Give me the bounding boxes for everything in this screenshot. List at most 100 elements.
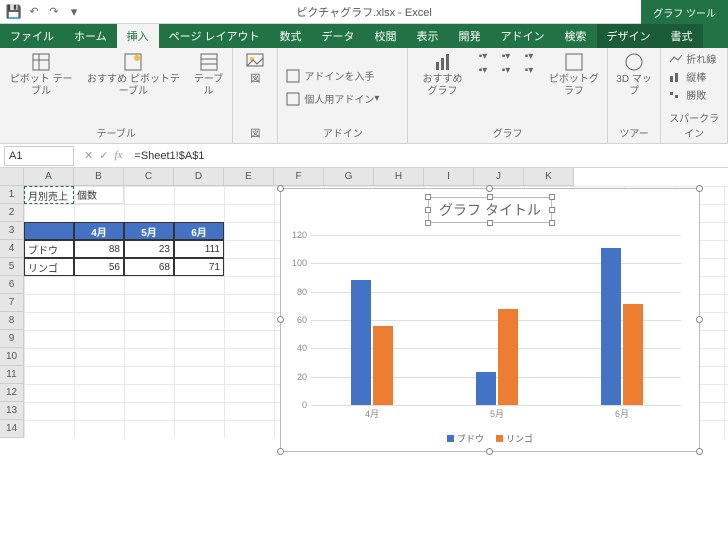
resize-handle[interactable] [486, 448, 493, 455]
table-header[interactable]: 5月 [124, 222, 174, 240]
row-header[interactable]: 2 [0, 204, 24, 222]
bar-series2[interactable] [373, 326, 393, 405]
table-cell[interactable]: 56 [74, 258, 124, 276]
undo-icon[interactable]: ↶ [24, 2, 44, 22]
3d-map-button[interactable]: 3D マップ [612, 50, 656, 100]
tab-data[interactable]: データ [312, 24, 365, 48]
qat-more-icon[interactable]: ▾ [64, 2, 84, 22]
table-rowname[interactable]: ブドウ [24, 240, 74, 258]
col-header[interactable]: B [74, 168, 124, 186]
row-header[interactable]: 6 [0, 276, 24, 294]
table-header[interactable]: 6月 [174, 222, 224, 240]
tab-developer[interactable]: 開発 [449, 24, 491, 48]
col-header[interactable]: J [474, 168, 524, 186]
row-header[interactable]: 7 [0, 294, 24, 312]
bar-series2[interactable] [623, 304, 643, 405]
row-header[interactable]: 9 [0, 330, 24, 348]
bar-series1[interactable] [601, 248, 621, 405]
resize-handle[interactable] [696, 448, 703, 455]
plot-area[interactable]: 120 100 80 60 40 20 0 4月 5月 [311, 235, 681, 405]
bar-series1[interactable] [476, 372, 496, 405]
chart-type-icon[interactable]: ▪▾ [521, 50, 543, 63]
table-cell[interactable]: 71 [174, 258, 224, 276]
name-box[interactable]: A1 [4, 146, 74, 166]
cell-grid[interactable]: 月別売上 個数 4月 5月 6月 ブドウ 88 23 111 リンゴ 56 68… [24, 186, 728, 438]
pivot-table-button[interactable]: ピボット テーブル [4, 50, 78, 100]
chart-legend[interactable]: ブドウ リンゴ [447, 432, 533, 445]
col-header[interactable]: E [224, 168, 274, 186]
col-header[interactable]: I [424, 168, 474, 186]
row-header[interactable]: 4 [0, 240, 24, 258]
row-header[interactable]: 12 [0, 384, 24, 402]
col-header[interactable]: G [324, 168, 374, 186]
bar-series2[interactable] [498, 309, 518, 405]
col-header[interactable]: A [24, 168, 74, 186]
chart-type-icon[interactable]: ▪▾ [498, 50, 520, 63]
recommended-pivot-button[interactable]: おすすめ ピボットテーブル [80, 50, 186, 100]
cell-b1[interactable]: 個数 [74, 186, 124, 204]
sparkline-line-button[interactable]: 折れ線 [665, 50, 720, 67]
redo-icon[interactable]: ↷ [44, 2, 64, 22]
resize-handle[interactable] [277, 185, 284, 192]
row-header[interactable]: 14 [0, 420, 24, 438]
chart-type-icon[interactable]: ▪▾ [521, 64, 543, 77]
sparkline-column-button[interactable]: 縦棒 [665, 68, 710, 85]
tab-search[interactable]: 検索 [555, 24, 597, 48]
table-header[interactable]: 4月 [74, 222, 124, 240]
resize-handle[interactable] [696, 185, 703, 192]
resize-handle[interactable] [696, 316, 703, 323]
formula-input[interactable]: =Sheet1!$A$1 [128, 150, 728, 162]
tab-insert[interactable]: 挿入 [117, 24, 159, 48]
row-header[interactable]: 1 [0, 186, 24, 204]
y-tick: 100 [292, 258, 307, 268]
table-header-blank[interactable] [24, 222, 74, 240]
chart-type-icon[interactable]: ▪▾ [498, 64, 520, 77]
select-all-corner[interactable] [0, 168, 24, 186]
chart-type-icon[interactable]: ▪▾ [475, 64, 497, 77]
tab-format[interactable]: 書式 [661, 24, 703, 48]
recommended-charts-button[interactable]: おすすめ グラフ [412, 50, 472, 100]
table-cell[interactable]: 23 [124, 240, 174, 258]
row-header[interactable]: 8 [0, 312, 24, 330]
my-addins-button[interactable]: 個人用アドイン ▾ [282, 90, 383, 107]
tab-home[interactable]: ホーム [64, 24, 117, 48]
row-header[interactable]: 10 [0, 348, 24, 366]
resize-handle[interactable] [486, 185, 493, 192]
bar-series1[interactable] [351, 280, 371, 405]
col-header[interactable]: D [174, 168, 224, 186]
tab-file[interactable]: ファイル [0, 24, 64, 48]
cell-a1-selected[interactable]: 月別売上 [24, 186, 74, 204]
col-header[interactable]: K [524, 168, 574, 186]
row-header[interactable]: 13 [0, 402, 24, 420]
row-header[interactable]: 3 [0, 222, 24, 240]
col-header[interactable]: H [374, 168, 424, 186]
col-header[interactable]: F [274, 168, 324, 186]
table-cell[interactable]: 111 [174, 240, 224, 258]
tab-view[interactable]: 表示 [407, 24, 449, 48]
row-header[interactable]: 11 [0, 366, 24, 384]
pivot-chart-button[interactable]: ピボットグラフ [545, 50, 603, 100]
resize-handle[interactable] [277, 448, 284, 455]
embedded-chart[interactable]: グラフ タイトル 120 100 80 60 40 20 0 [280, 188, 700, 452]
enter-icon[interactable]: ✓ [99, 149, 108, 162]
fx-icon[interactable]: fx [114, 149, 122, 162]
tab-design[interactable]: デザイン [597, 24, 661, 48]
resize-handle[interactable] [277, 316, 284, 323]
row-header[interactable]: 5 [0, 258, 24, 276]
tab-pagelayout[interactable]: ページ レイアウト [159, 24, 270, 48]
save-icon[interactable]: 💾 [4, 2, 24, 22]
table-button[interactable]: テーブル [189, 50, 229, 100]
tab-addins[interactable]: アドイン [491, 24, 555, 48]
chart-title[interactable]: グラフ タイトル [428, 197, 552, 223]
table-cell[interactable]: 88 [74, 240, 124, 258]
table-rowname[interactable]: リンゴ [24, 258, 74, 276]
tab-review[interactable]: 校閲 [365, 24, 407, 48]
cancel-icon[interactable]: ✕ [84, 149, 93, 162]
get-addins-button[interactable]: アドインを入手 [282, 67, 378, 84]
tab-formulas[interactable]: 数式 [270, 24, 312, 48]
illustrations-button[interactable]: 図 [237, 50, 273, 88]
table-cell[interactable]: 68 [124, 258, 174, 276]
sparkline-winloss-button[interactable]: 勝敗 [665, 86, 710, 103]
col-header[interactable]: C [124, 168, 174, 186]
chart-type-icon[interactable]: ▪▾ [475, 50, 497, 63]
